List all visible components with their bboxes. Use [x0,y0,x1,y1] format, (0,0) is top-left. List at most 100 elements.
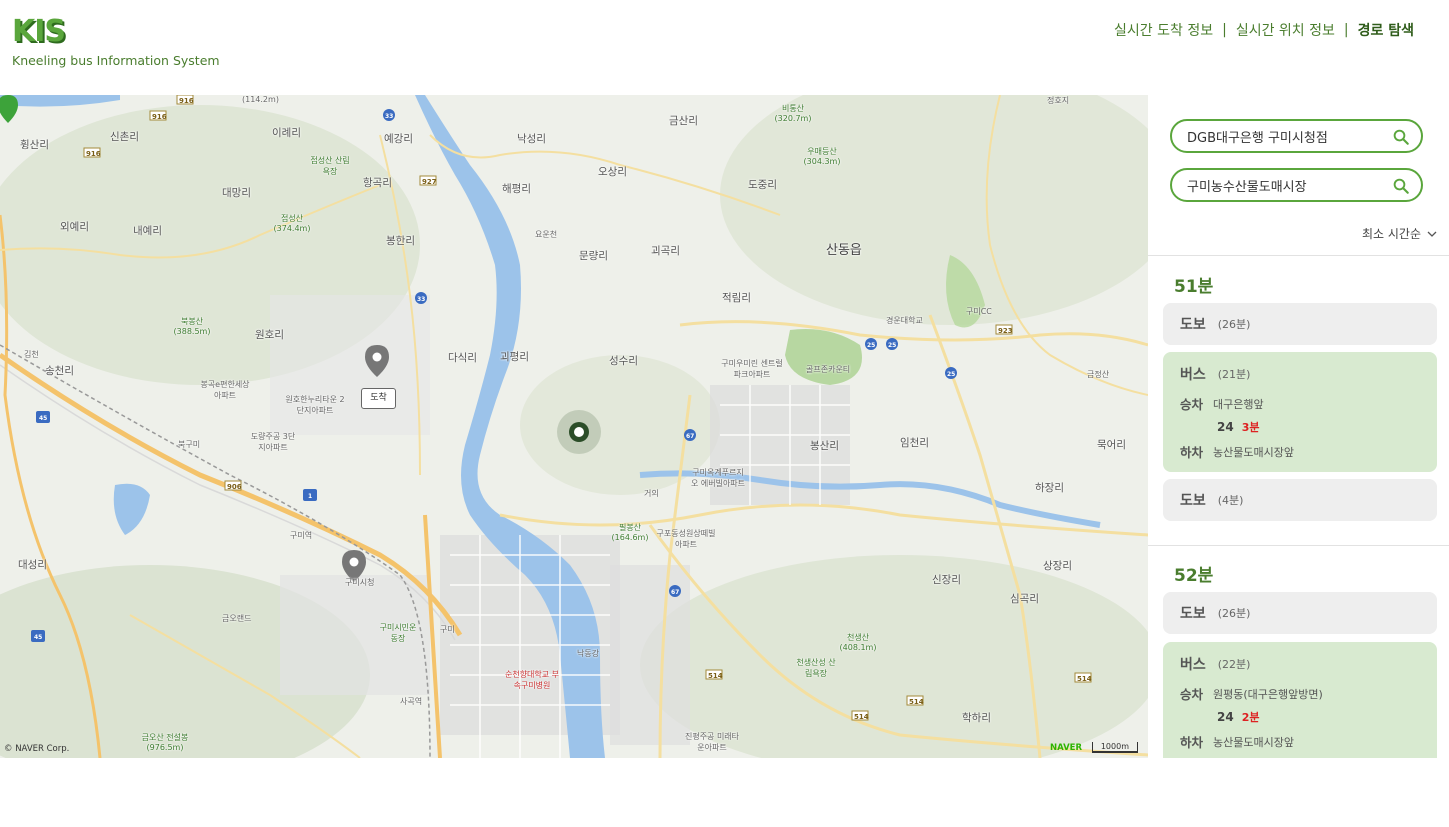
nav-route-search[interactable]: 경로 탐색 [1358,20,1414,40]
svg-text:67: 67 [686,433,694,440]
map-label: 적림리 [722,292,751,304]
route-step-walk[interactable]: 도보 (26분) [1163,592,1437,634]
search-icon[interactable] [1392,177,1410,195]
svg-text:514: 514 [909,698,924,706]
chevron-down-icon [1427,231,1437,237]
board-stop: 대구은행앞 [1213,397,1264,411]
route-step-bus[interactable]: 버스 (21분) 승차 대구은행앞 24 3분 하차 농산물도매시장앞 [1163,352,1437,472]
origin-input[interactable] [1187,128,1387,144]
bus-eta: 3분 [1241,421,1260,434]
divider [1148,255,1449,256]
nav-realtime-arrival[interactable]: 실시간 도착 정보 [1114,20,1213,40]
sort-dropdown[interactable]: 최소 시간순 [1362,225,1437,242]
step-mode: 도보 [1180,317,1206,333]
map-label: 금오산 전설봉(976.5m) [141,733,189,752]
map-label: 우매등산 (304.3m) [803,147,841,166]
svg-text:906: 906 [227,483,242,491]
map-label: 봉산리 [810,440,839,452]
map-label: 신장리 [932,574,961,586]
map-scale: 1000m [1091,742,1138,753]
map-label: 신촌리 [110,131,139,143]
step-duration: (26분) [1217,318,1251,331]
step-mode: 버스 [1180,657,1206,673]
board-label: 승차 [1180,687,1204,702]
map-label: 내예리 [133,225,162,237]
svg-text:45: 45 [34,634,42,641]
board-label: 승차 [1180,397,1204,412]
map-label: 괴곡리 [651,245,680,257]
route-total-time: 52분 [1174,566,1214,586]
step-duration: (21분) [1217,368,1251,381]
map-label: 구미우미린 센트럴파크아파트 [721,359,783,379]
svg-text:25: 25 [867,342,875,349]
map-label: 오상리 [598,166,627,178]
map-label: 상장리 [1043,560,1072,572]
map-label: 낙성리 [517,133,546,145]
map-label: 도량주공 3단지아파트 [250,432,296,452]
map-label: 다식리 [448,352,477,364]
route-total-time: 51분 [1174,277,1214,297]
map-label: 천생산 (408.1m) [839,633,877,652]
destination-search-box[interactable] [1170,168,1423,202]
svg-text:916: 916 [179,97,194,105]
map-label: 골프존카운티 [806,365,851,374]
top-nav: 실시간 도착 정보 | 실시간 위치 정보 | 경로 탐색 [1114,20,1414,40]
map-label: 낙동강 [577,649,600,658]
svg-text:1: 1 [308,493,312,500]
map-label: (114.2m) [242,95,279,104]
nav-realtime-location[interactable]: 실시간 위치 정보 [1236,20,1335,40]
step-mode: 도보 [1180,493,1206,509]
step-duration: (4분) [1217,494,1244,507]
step-duration: (26분) [1217,607,1251,620]
step-duration: (22분) [1217,658,1251,671]
map-label: 심곡리 [1010,593,1039,605]
step-mode: 도보 [1180,606,1206,622]
map-copyright: © NAVER Corp. [4,744,70,754]
map-label: 필봉산 (164.6m) [611,523,649,542]
divider [1148,545,1449,546]
route-step-bus[interactable]: 버스 (22분) 승차 원평동(대구은행앞방면) 24 2분 하차 농산물도매시… [1163,642,1437,758]
svg-text:916: 916 [86,150,101,158]
route-step-walk[interactable]: 도보 (4분) [1163,479,1437,521]
svg-text:514: 514 [854,713,869,721]
arrival-marker-label[interactable]: 도착 [361,388,396,409]
nav-separator: | [1222,22,1227,38]
map-label: 비통산 (320.7m) [774,104,812,123]
alight-stop: 농산물도매시장앞 [1213,735,1294,749]
map-canvas[interactable]: 916 916 916 927 923 906 514 514 514 514 … [0,95,1148,758]
map-label: 구미CC [966,307,992,316]
map-label: 휭산리 [20,139,49,151]
map-label: 성수리 [609,355,638,367]
map-label: 구미 [440,625,455,634]
map-label: 묵어리 [1097,439,1126,451]
nav-separator: | [1343,22,1349,38]
search-icon[interactable] [1392,128,1410,146]
route-step-walk[interactable]: 도보 (26분) [1163,303,1437,345]
svg-text:916: 916 [152,113,167,121]
origin-search-box[interactable] [1170,119,1423,153]
map-label: 순천향대학교 부속구미병원 [504,670,560,690]
map[interactable]: 916 916 916 927 923 906 514 514 514 514 … [0,95,1148,758]
map-label: 구포동성원상떼빌 아파트 [656,529,716,549]
bus-line-number: 24 [1217,710,1234,724]
logo-subtitle: Kneeling bus Information System [12,53,220,68]
map-label: 해평리 [502,183,531,195]
map-label: 경운대학교 [886,316,923,325]
map-label: 접성산 (374.4m) [273,214,311,233]
map-label: 항곡리 [363,177,392,189]
map-label: 구미옥계푸르지오 에버빌아파트 [690,468,746,488]
route-sidebar: 최소 시간순 51분 도보 (26분) 버스 (21분) 승차 대구은행앞 24… [1148,95,1449,758]
map-label: 괴평리 [500,351,529,363]
destination-input[interactable] [1187,177,1387,193]
map-label: 도중리 [748,179,777,191]
svg-text:25: 25 [947,371,955,378]
header: KIS Kneeling bus Information System 실시간 … [0,0,1449,95]
svg-text:33: 33 [417,296,425,303]
map-label: 사곡역 [400,697,423,706]
map-label: 금정산 [1087,370,1110,379]
step-mode: 버스 [1180,367,1206,383]
map-label: 북구미 [178,440,201,449]
map-label: 학하리 [962,712,991,724]
logo[interactable]: KIS [12,14,66,49]
map-label: 원호한누리타운 2단지아파트 [285,395,345,415]
